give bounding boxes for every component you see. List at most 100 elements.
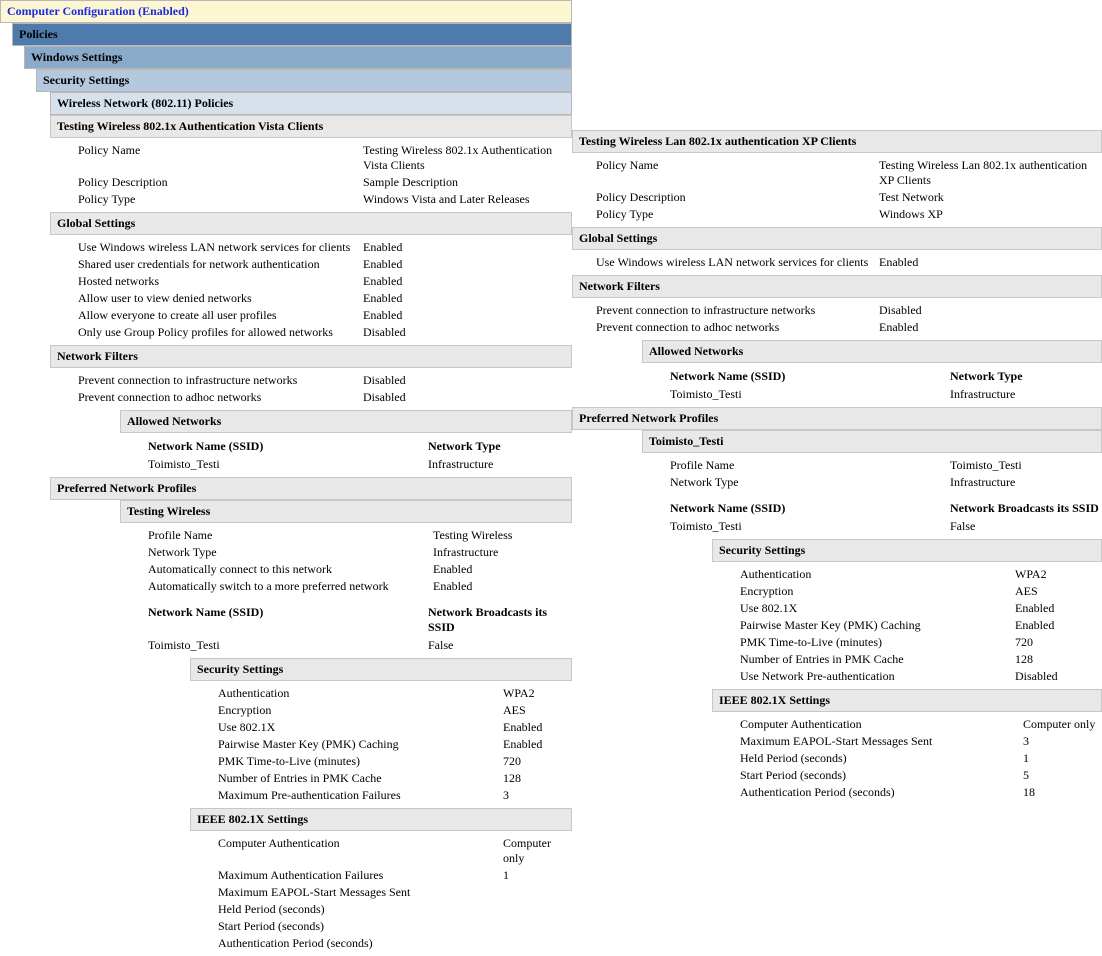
label: Shared user credentials for network auth… [78, 257, 363, 272]
global-settings-heading: Global Settings [50, 212, 572, 235]
label: Number of Entries in PMK Cache [740, 652, 1015, 667]
value: Enabled [1015, 601, 1102, 616]
label: Authentication Period (seconds) [740, 785, 1023, 800]
label: Pairwise Master Key (PMK) Caching [740, 618, 1015, 633]
policy-title-right: Testing Wireless Lan 802.1x authenticati… [572, 130, 1102, 153]
value: Computer only [503, 836, 572, 866]
cell: False [950, 519, 1102, 534]
value: 18 [1023, 785, 1102, 800]
wireless-policies-heading: Wireless Network (802.11) Policies [50, 92, 572, 115]
value: Enabled [363, 240, 572, 255]
value: Disabled [1015, 669, 1102, 684]
value: 720 [503, 754, 572, 769]
value: AES [503, 703, 572, 718]
value: 128 [1015, 652, 1102, 667]
value: Testing Wireless [433, 528, 572, 543]
value: Disabled [363, 390, 572, 405]
value: Disabled [363, 373, 572, 388]
label: Policy Type [596, 207, 879, 222]
value: Enabled [363, 257, 572, 272]
label: Maximum EAPOL-Start Messages Sent [218, 885, 503, 900]
value: Enabled [433, 562, 572, 577]
table-row: Toimisto_TestiInfrastructure [670, 386, 1102, 403]
value: Enabled [363, 291, 572, 306]
label: PMK Time-to-Live (minutes) [740, 635, 1015, 650]
label: Use 802.1X [740, 601, 1015, 616]
label: PMK Time-to-Live (minutes) [218, 754, 503, 769]
col-header: Network Name (SSID) [670, 501, 950, 516]
value: 720 [1015, 635, 1102, 650]
value [503, 885, 572, 900]
policy-title-left: Testing Wireless 802.1x Authentication V… [50, 115, 572, 138]
label: Pairwise Master Key (PMK) Caching [218, 737, 503, 752]
col-header: Network Type [428, 439, 572, 454]
config-heading: Computer Configuration (Enabled) [0, 0, 572, 23]
label: Held Period (seconds) [218, 902, 503, 917]
value: 1 [1023, 751, 1102, 766]
label: Authentication [218, 686, 503, 701]
label: Computer Authentication [740, 717, 1023, 732]
label: Maximum Pre-authentication Failures [218, 788, 503, 803]
cell: Toimisto_Testi [670, 519, 950, 534]
label: Start Period (seconds) [740, 768, 1023, 783]
policies-heading: Policies [12, 23, 572, 46]
label: Allow everyone to create all user profil… [78, 308, 363, 323]
label: Authentication [740, 567, 1015, 582]
profile-title: Toimisto_Testi [642, 430, 1102, 453]
label: Prevent connection to infrastructure net… [78, 373, 363, 388]
cell: Infrastructure [428, 457, 572, 472]
value: Windows XP [879, 207, 1102, 222]
label: Prevent connection to adhoc networks [78, 390, 363, 405]
value: Windows Vista and Later Releases [363, 192, 572, 207]
value: Infrastructure [950, 475, 1102, 490]
label: Computer Authentication [218, 836, 503, 866]
table-row: Toimisto_TestiFalse [670, 518, 1102, 535]
label: Policy Name [78, 143, 363, 173]
col-header: Network Name (SSID) [148, 605, 428, 635]
allowed-networks-heading: Allowed Networks [120, 410, 572, 433]
preferred-profiles-heading: Preferred Network Profiles [50, 477, 572, 500]
value: Testing Wireless Lan 802.1x authenticati… [879, 158, 1102, 188]
network-filters-heading: Network Filters [572, 275, 1102, 298]
security-settings-subheading: Security Settings [712, 539, 1102, 562]
value: 5 [1023, 768, 1102, 783]
value [503, 902, 572, 917]
value: 3 [1023, 734, 1102, 749]
value: Enabled [363, 308, 572, 323]
cell: False [428, 638, 572, 653]
cell: Toimisto_Testi [148, 638, 428, 653]
value: WPA2 [503, 686, 572, 701]
label: Use Windows wireless LAN network service… [596, 255, 879, 270]
value: Testing Wireless 802.1x Authentication V… [363, 143, 572, 173]
cell: Toimisto_Testi [148, 457, 428, 472]
label: Automatically switch to a more preferred… [148, 579, 433, 594]
label: Policy Description [596, 190, 879, 205]
value: Enabled [1015, 618, 1102, 633]
windows-settings-heading: Windows Settings [24, 46, 572, 69]
value: Enabled [879, 255, 1102, 270]
label: Automatically connect to this network [148, 562, 433, 577]
label: Network Type [670, 475, 950, 490]
value: 128 [503, 771, 572, 786]
label: Use Network Pre-authentication [740, 669, 1015, 684]
table-row: Toimisto_TestiFalse [148, 637, 572, 654]
label: Hosted networks [78, 274, 363, 289]
value: Computer only [1023, 717, 1102, 732]
security-settings-subheading: Security Settings [190, 658, 572, 681]
label: Authentication Period (seconds) [218, 936, 503, 951]
cell: Infrastructure [950, 387, 1102, 402]
label: Use Windows wireless LAN network service… [78, 240, 363, 255]
value: AES [1015, 584, 1102, 599]
value: 1 [503, 868, 572, 883]
label: Policy Type [78, 192, 363, 207]
col-header: Network Broadcasts its SSID [428, 605, 572, 635]
label: Encryption [218, 703, 503, 718]
value: Enabled [503, 720, 572, 735]
col-header: Network Broadcasts its SSID [950, 501, 1102, 516]
value: Enabled [363, 274, 572, 289]
label: Held Period (seconds) [740, 751, 1023, 766]
label: Policy Name [596, 158, 879, 188]
label: Use 802.1X [218, 720, 503, 735]
label: Maximum Authentication Failures [218, 868, 503, 883]
label: Number of Entries in PMK Cache [218, 771, 503, 786]
